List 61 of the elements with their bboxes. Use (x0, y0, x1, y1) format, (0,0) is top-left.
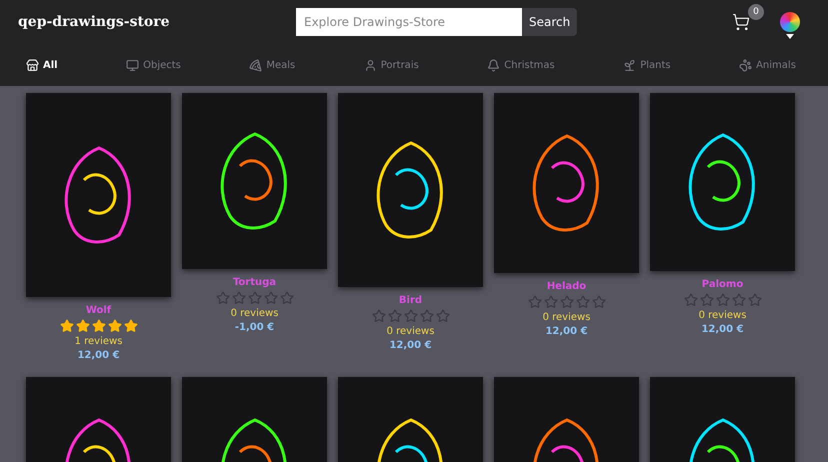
star-icon[interactable] (280, 291, 294, 305)
star-icon[interactable] (420, 309, 434, 323)
product-title[interactable]: Bird (398, 295, 422, 306)
category-tab[interactable]: Plants (621, 56, 673, 74)
category-tab[interactable]: Objects (124, 56, 183, 74)
person-icon (364, 58, 377, 72)
product-price: 12,00 € (545, 326, 588, 337)
caret-icon[interactable] (786, 34, 794, 38)
review-count: 0 reviews (698, 310, 746, 321)
star-icon[interactable] (544, 295, 558, 309)
category-tab[interactable]: Animals (737, 56, 798, 74)
cart-icon[interactable] (732, 13, 750, 31)
star-icon[interactable] (528, 295, 542, 309)
drawing-card[interactable] (650, 93, 795, 271)
star-icon[interactable] (264, 291, 278, 305)
star-icon[interactable] (576, 295, 590, 309)
sprout-icon (623, 58, 636, 72)
product-title[interactable]: Helado (546, 281, 586, 292)
product-title[interactable]: Wolf (86, 305, 112, 316)
star-icon[interactable] (216, 291, 230, 305)
star-icon[interactable] (592, 295, 606, 309)
category-tab[interactable]: Christmas (485, 56, 557, 74)
cart-count-badge: 0 (748, 4, 764, 20)
review-count: 0 reviews (386, 326, 434, 337)
product-price: 12,00 € (389, 340, 432, 351)
bell-icon (487, 58, 500, 72)
store-icon (26, 58, 39, 72)
star-icon[interactable] (436, 309, 450, 323)
avatar[interactable] (780, 12, 800, 32)
star-icon[interactable] (732, 293, 746, 307)
star-icon[interactable] (404, 309, 418, 323)
drawing-card[interactable] (26, 93, 171, 297)
monitor-icon (126, 58, 140, 72)
category-tab[interactable]: Portrais (362, 56, 421, 74)
product-price: -1,00 € (234, 322, 274, 333)
review-count: 1 reviews (74, 336, 122, 347)
star-icon[interactable] (716, 293, 730, 307)
product-title[interactable]: Tortuga (232, 277, 276, 288)
search-field[interactable]: Explore Drawings-Store (296, 8, 522, 36)
star-icon[interactable] (684, 293, 698, 307)
drawing-card[interactable] (338, 93, 483, 287)
pizza-icon (249, 58, 262, 72)
category-tab[interactable]: All (24, 56, 60, 74)
star-icon[interactable] (248, 291, 262, 305)
category-tab[interactable]: Meals (247, 56, 298, 74)
star-icon[interactable] (232, 291, 246, 305)
search-button[interactable]: Search (522, 8, 578, 36)
star-icon[interactable] (388, 309, 402, 323)
review-count: 0 reviews (542, 312, 590, 323)
star-icon[interactable] (700, 293, 714, 307)
star-icon[interactable] (560, 295, 574, 309)
star-icon[interactable] (748, 293, 762, 307)
product-price: 12,00 € (701, 324, 744, 335)
review-count: 0 reviews (230, 308, 278, 319)
drawing-card[interactable] (494, 93, 639, 273)
product-title[interactable]: Palomo (702, 279, 744, 290)
star-icon[interactable] (372, 309, 386, 323)
product-price: 12,00 € (77, 350, 120, 361)
paw-icon (739, 58, 752, 72)
drawing-card[interactable] (182, 93, 327, 269)
site-logo[interactable]: qep-drawings-store (18, 14, 296, 30)
